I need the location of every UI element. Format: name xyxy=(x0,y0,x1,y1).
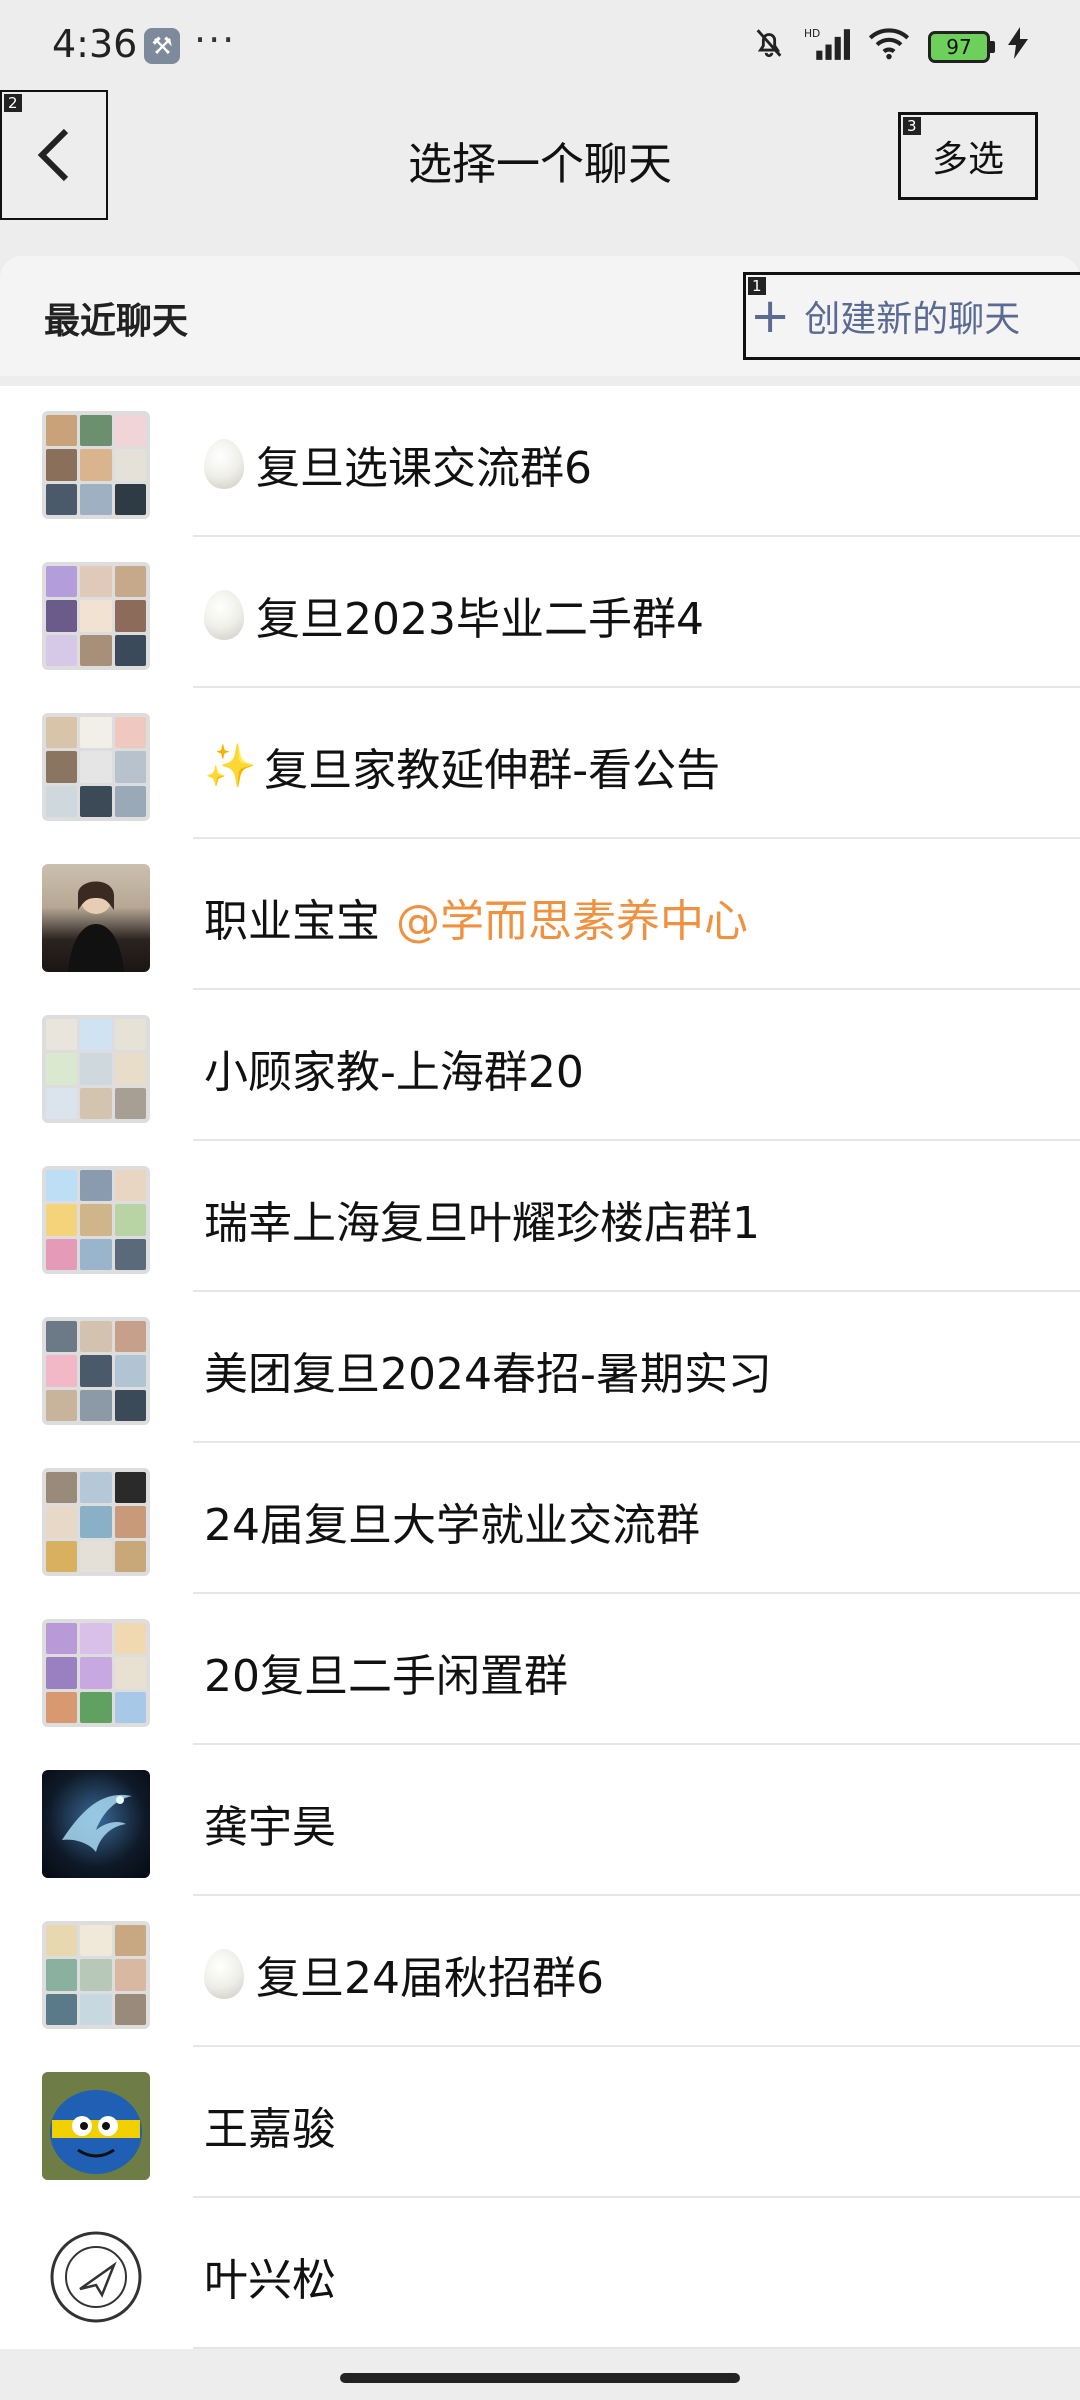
chat-avatar xyxy=(42,1317,150,1425)
row-divider xyxy=(193,2347,1080,2349)
chat-list: 复旦选课交流群6 复旦2023毕业二手群4 ✨ 复旦家教延伸群-看公告职业宝宝 @学而思… xyxy=(0,386,1080,2349)
bell-muted-icon xyxy=(752,26,786,68)
status-bar: 4:36 ⚒ ··· HD 97 xyxy=(0,0,1080,90)
create-chat-label: 创建新的聊天 xyxy=(804,299,1021,340)
chat-row[interactable]: 美团复旦2024春招-暑期实习 xyxy=(0,1292,1080,1443)
chat-name: 职业宝宝 @学而思素养中心 xyxy=(204,885,748,949)
charging-icon xyxy=(1008,27,1028,67)
chat-title: 24届复旦大学就业交流群 xyxy=(204,1500,700,1551)
chat-avatar xyxy=(42,1015,150,1123)
egg-icon xyxy=(204,439,244,489)
chat-row[interactable]: 复旦选课交流群6 xyxy=(0,386,1080,537)
create-new-chat-button[interactable]: 1 + 创建新的聊天 xyxy=(743,272,1080,360)
hd-signal-icon: HD xyxy=(804,26,850,68)
chat-name: 小顾家教-上海群20 xyxy=(204,1036,584,1100)
chat-title: 职业宝宝 xyxy=(204,896,380,947)
chat-avatar xyxy=(42,1921,150,2029)
chat-avatar xyxy=(42,411,150,519)
chat-title: 复旦选课交流群6 xyxy=(256,443,592,494)
chat-row[interactable]: 瑞幸上海复旦叶耀珍楼店群1 xyxy=(0,1141,1080,1292)
chat-name: 复旦2023毕业二手群4 xyxy=(204,583,704,647)
egg-icon xyxy=(204,1949,244,1999)
chat-row[interactable]: 20复旦二手闲置群 xyxy=(0,1594,1080,1745)
create-chat-tag: 1 xyxy=(748,277,766,295)
chat-name: 龚宇昊 xyxy=(204,1791,336,1855)
sparkle-icon: ✨ xyxy=(204,741,257,790)
chat-row[interactable]: ✨ 复旦家教延伸群-看公告 xyxy=(0,688,1080,839)
multi-select-button[interactable]: 3 多选 xyxy=(898,112,1038,200)
chat-row[interactable]: 小顾家教-上海群20 xyxy=(0,990,1080,1141)
chat-name: 美团复旦2024春招-暑期实习 xyxy=(204,1338,772,1402)
chat-avatar xyxy=(42,1619,150,1727)
chat-name: 复旦选课交流群6 xyxy=(204,432,592,496)
chat-row[interactable]: 复旦24届秋招群6 xyxy=(0,1896,1080,2047)
chat-avatar xyxy=(42,713,150,821)
chat-name: 瑞幸上海复旦叶耀珍楼店群1 xyxy=(204,1187,760,1251)
chat-row[interactable]: 24届复旦大学就业交流群 xyxy=(0,1443,1080,1594)
header-bar: 2 选择一个聊天 3 多选 xyxy=(0,90,1080,255)
chat-title: 复旦24届秋招群6 xyxy=(256,1953,604,2004)
chat-row[interactable]: 叶兴松 xyxy=(0,2198,1080,2349)
chat-title: 20复旦二手闲置群 xyxy=(204,1651,568,1702)
chat-title: 叶兴松 xyxy=(204,2255,336,2306)
egg-icon xyxy=(204,590,244,640)
chat-title: 龚宇昊 xyxy=(204,1802,336,1853)
chat-avatar xyxy=(42,1166,150,1274)
chat-title: 瑞幸上海复旦叶耀珍楼店群1 xyxy=(204,1198,760,1249)
plus-icon: + xyxy=(750,288,791,344)
chat-title: 王嘉骏 xyxy=(204,2104,336,2155)
chat-avatar xyxy=(42,2072,150,2180)
chat-name: 复旦24届秋招群6 xyxy=(204,1942,604,2006)
chat-title: 美团复旦2024春招-暑期实习 xyxy=(204,1349,772,1400)
chat-title: 复旦家教延伸群-看公告 xyxy=(264,745,721,796)
wifi-icon xyxy=(868,26,910,68)
chat-title: 复旦2023毕业二手群4 xyxy=(256,594,704,645)
chat-name: 王嘉骏 xyxy=(204,2093,336,2157)
chat-name: 24届复旦大学就业交流群 xyxy=(204,1489,700,1553)
chat-row[interactable]: 复旦2023毕业二手群4 xyxy=(0,537,1080,688)
chat-row[interactable]: 职业宝宝 @学而思素养中心 xyxy=(0,839,1080,990)
svg-text:HD: HD xyxy=(804,27,820,40)
home-indicator[interactable] xyxy=(340,2373,740,2383)
multi-select-label: 多选 xyxy=(931,139,1004,180)
recent-chats-header: 最近聊天 1 + 创建新的聊天 xyxy=(0,256,1080,376)
chat-avatar xyxy=(42,2223,150,2331)
chat-mention: @学而思素养中心 xyxy=(396,896,748,947)
chat-name: 叶兴松 xyxy=(204,2244,336,2308)
wrench-icon: ⚒ xyxy=(144,28,180,64)
chat-name: 20复旦二手闲置群 xyxy=(204,1640,568,1704)
section-title: 最近聊天 xyxy=(44,301,189,342)
status-time: 4:36 xyxy=(52,22,138,66)
chat-avatar xyxy=(42,1770,150,1878)
more-dots: ··· xyxy=(194,18,237,62)
chat-row[interactable]: 王嘉骏 xyxy=(0,2047,1080,2198)
status-icons: HD 97 xyxy=(752,26,1028,68)
back-button-tag: 2 xyxy=(4,94,22,112)
chat-avatar xyxy=(42,1468,150,1576)
battery-icon: 97 xyxy=(928,31,995,63)
chat-avatar xyxy=(42,562,150,670)
chat-title: 小顾家教-上海群20 xyxy=(204,1047,584,1098)
multi-select-tag: 3 xyxy=(903,117,921,135)
chat-row[interactable]: 龚宇昊 xyxy=(0,1745,1080,1896)
chat-avatar xyxy=(42,864,150,972)
chat-name: ✨ 复旦家教延伸群-看公告 xyxy=(204,734,720,798)
